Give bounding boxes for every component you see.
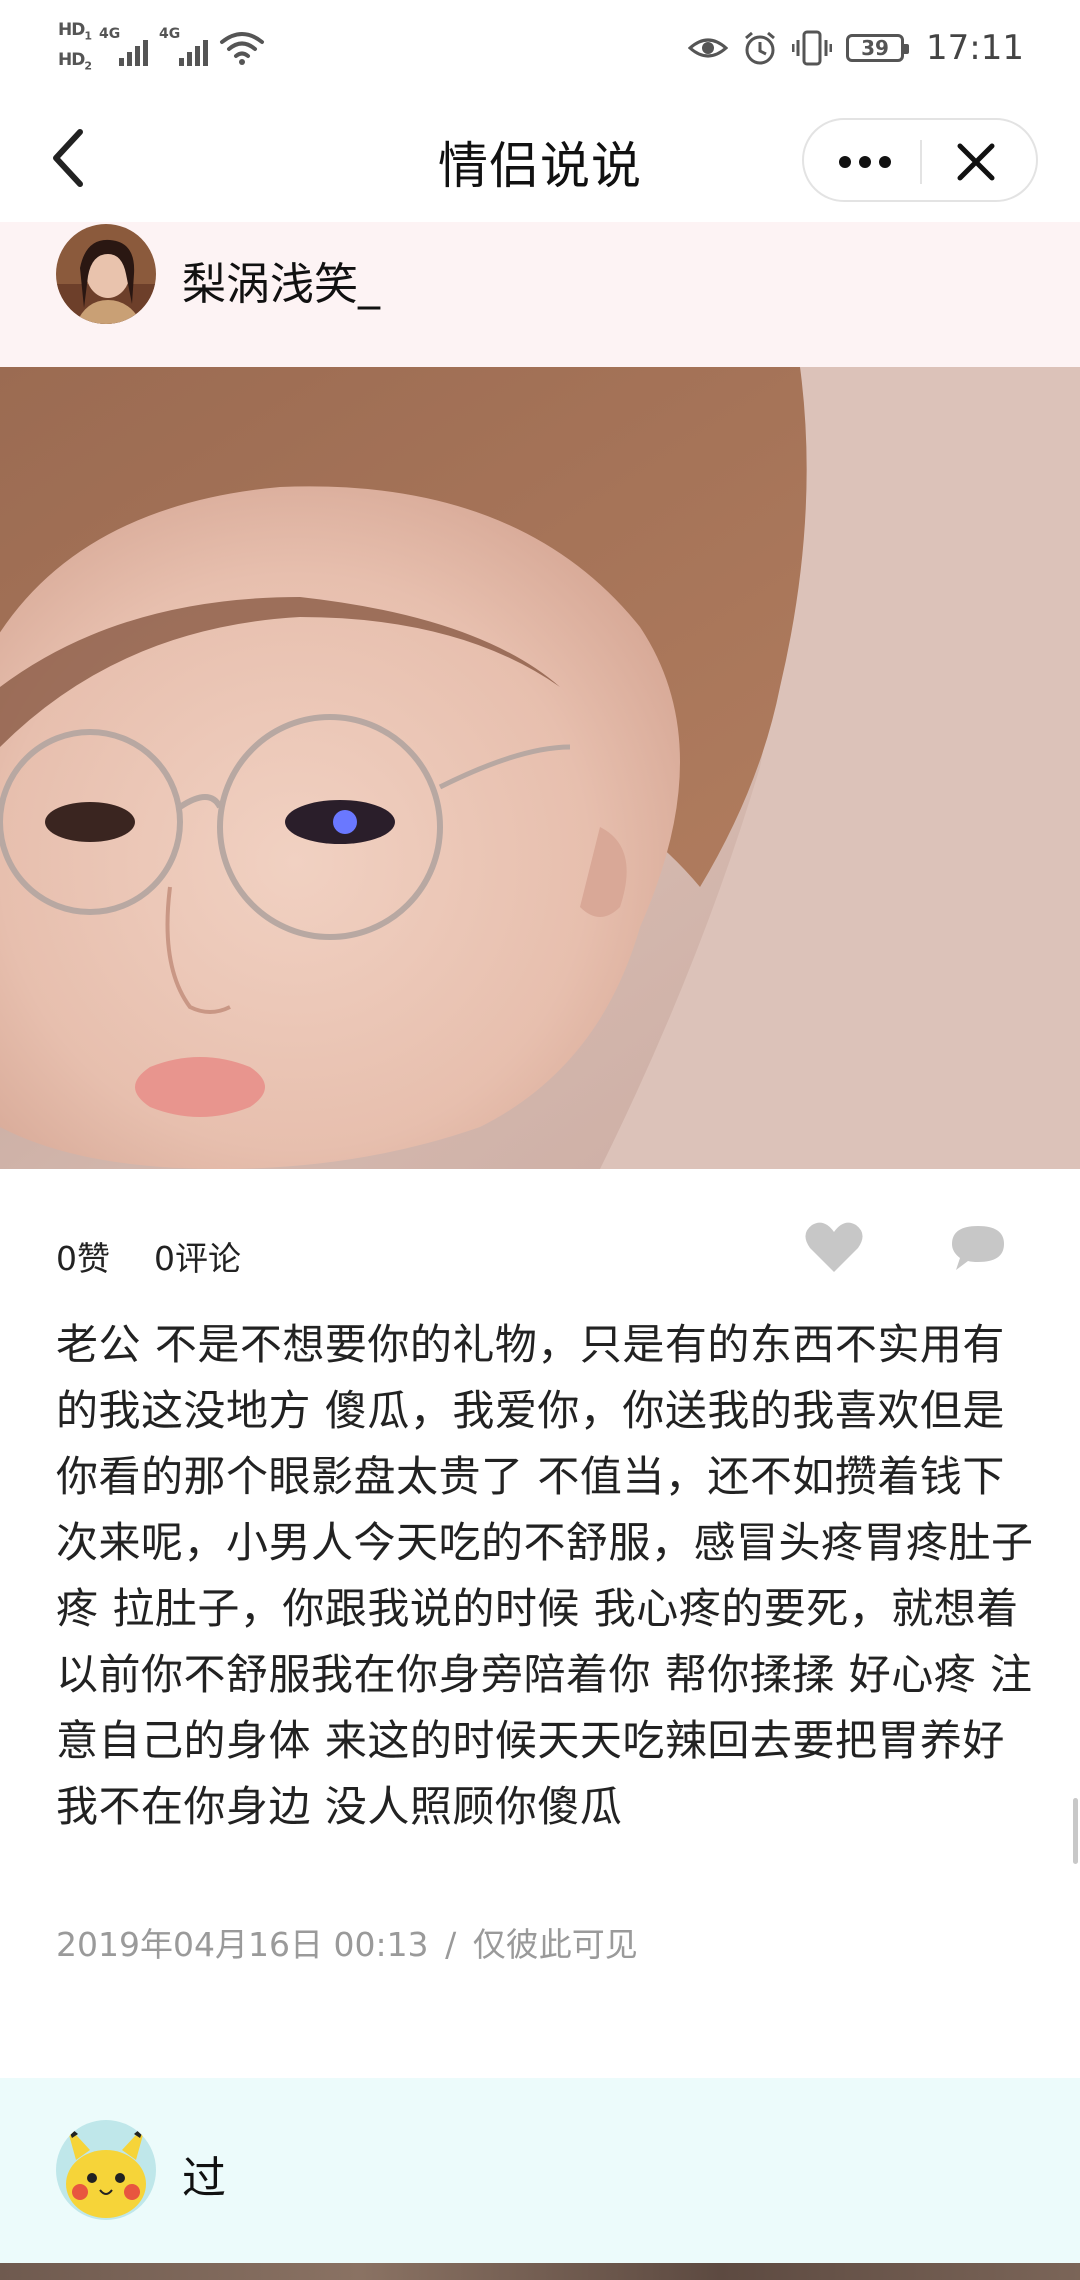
eye-icon [688,38,729,58]
scrollbar[interactable] [1073,1798,1078,1864]
status-left: HD1 HD2 4G 4G [58,16,265,80]
post-actions-row: 0赞 0评论 [0,1220,1080,1290]
screen: HD1 HD2 4G 4G 39 17:11 情侣说说 梨涡浅笑_ 0赞 0评论… [0,0,1080,2280]
wifi-icon [220,32,264,65]
post-visibility: 仅彼此可见 [472,1925,638,1964]
post-meta: 2019年04月16日 00:13 / 仅彼此可见 [56,1918,638,1966]
hd2-indicator: HD2 [58,50,92,73]
like-button[interactable] [804,1220,864,1274]
comments-count: 0评论 [154,1239,241,1278]
hd-indicators: HD1 HD2 [58,19,92,76]
post-header: 梨涡浅笑_ [0,222,1080,367]
status-right: 39 17:11 [688,20,1024,76]
post-username[interactable]: 梨涡浅笑_ [182,248,380,312]
signal-icon-1: 4G [99,26,151,70]
capsule-divider [920,140,922,184]
meta-separator: / [445,1925,457,1964]
network-type-1: 4G [99,26,121,42]
alarm-icon [745,31,775,65]
network-type-2: 4G [159,26,181,42]
post-photo-2[interactable] [0,2263,1080,2280]
hd1-indicator: HD1 [58,19,92,42]
comment-button[interactable] [948,1222,1008,1274]
likes-count: 0赞 [56,1239,110,1278]
more-dots-icon [839,156,891,168]
clock: 17:11 [926,28,1024,68]
vibrate-icon [792,30,833,66]
battery-icon: 39 [846,34,910,62]
more-button[interactable] [830,142,900,182]
post-photo[interactable] [0,367,1080,1169]
nav-bar: 情侣说说 [0,96,1080,222]
post-username-2[interactable]: 过 [182,2142,226,2206]
status-bar: HD1 HD2 4G 4G 39 17:11 [0,0,1080,96]
comment-bubble-icon [952,1226,1004,1270]
post-header-2: 过 [0,2078,1080,2263]
close-button[interactable] [954,140,998,184]
post-date: 2019年04月16日 00:13 [56,1925,429,1964]
close-icon [957,143,995,181]
mini-program-capsule [802,118,1038,202]
post-text: 老公 不是不想要你的礼物，只是有的东西不实用有的我这没地方 傻瓜，我爱你，你送我… [56,1320,1034,1831]
signal-icon-2: 4G [159,26,211,70]
avatar-2[interactable] [56,2120,156,2220]
battery-level: 39 [861,36,889,60]
avatar[interactable] [56,224,156,324]
heart-icon [805,1222,863,1272]
